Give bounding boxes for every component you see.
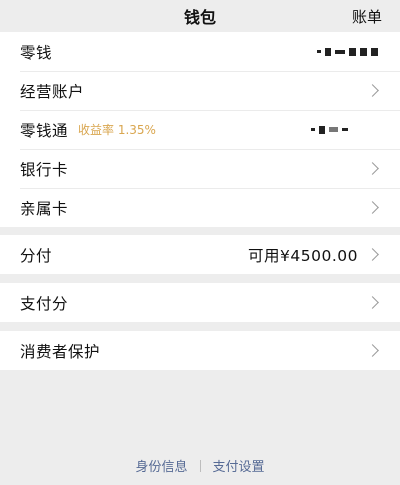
wallet-group-main: 零钱 经营账户 零钱通 收益率 1.35% 银行卡 亲属卡	[0, 32, 400, 227]
chevron-right-icon	[366, 201, 379, 214]
row-consumer-protection[interactable]: 消费者保护	[0, 331, 400, 370]
bill-link[interactable]: 账单	[352, 6, 382, 27]
row-label: 零钱	[20, 43, 53, 62]
hidden-balance	[317, 47, 378, 56]
chevron-right-icon	[366, 344, 379, 357]
row-label: 支付分	[20, 294, 69, 313]
wallet-group-protection: 消费者保护	[0, 331, 400, 370]
row-payment-score[interactable]: 支付分	[0, 283, 400, 322]
chevron-right-icon	[366, 296, 379, 309]
row-business-account[interactable]: 经营账户	[0, 71, 400, 110]
chevron-right-icon	[366, 248, 379, 261]
footer-links: 身份信息 支付设置	[0, 456, 400, 475]
footer-divider	[199, 459, 201, 472]
wallet-group-fenfu: 分付 可用¥4500.00	[0, 235, 400, 274]
row-label: 零钱通	[20, 121, 69, 140]
header: 钱包 账单	[0, 0, 400, 32]
chevron-right-icon	[366, 162, 379, 175]
row-change[interactable]: 零钱	[0, 32, 400, 71]
row-bank-card[interactable]: 银行卡	[0, 149, 400, 188]
wallet-group-score: 支付分	[0, 283, 400, 322]
yield-rate-label: 收益率 1.35%	[78, 123, 156, 137]
hidden-balance	[311, 125, 348, 134]
row-lingqiantong[interactable]: 零钱通 收益率 1.35%	[0, 110, 400, 149]
row-label: 亲属卡	[20, 199, 69, 218]
row-label: 消费者保护	[20, 342, 101, 361]
available-credit: 可用¥4500.00	[248, 246, 358, 265]
row-label: 经营账户	[20, 82, 85, 101]
row-label: 银行卡	[20, 160, 69, 179]
row-label: 分付	[20, 246, 53, 265]
payment-settings-link[interactable]: 支付设置	[213, 456, 265, 475]
identity-info-link[interactable]: 身份信息	[135, 456, 187, 475]
chevron-right-icon	[366, 84, 379, 97]
row-family-card[interactable]: 亲属卡	[0, 188, 400, 227]
page-title: 钱包	[183, 8, 216, 27]
row-fenfu[interactable]: 分付 可用¥4500.00	[0, 235, 400, 274]
